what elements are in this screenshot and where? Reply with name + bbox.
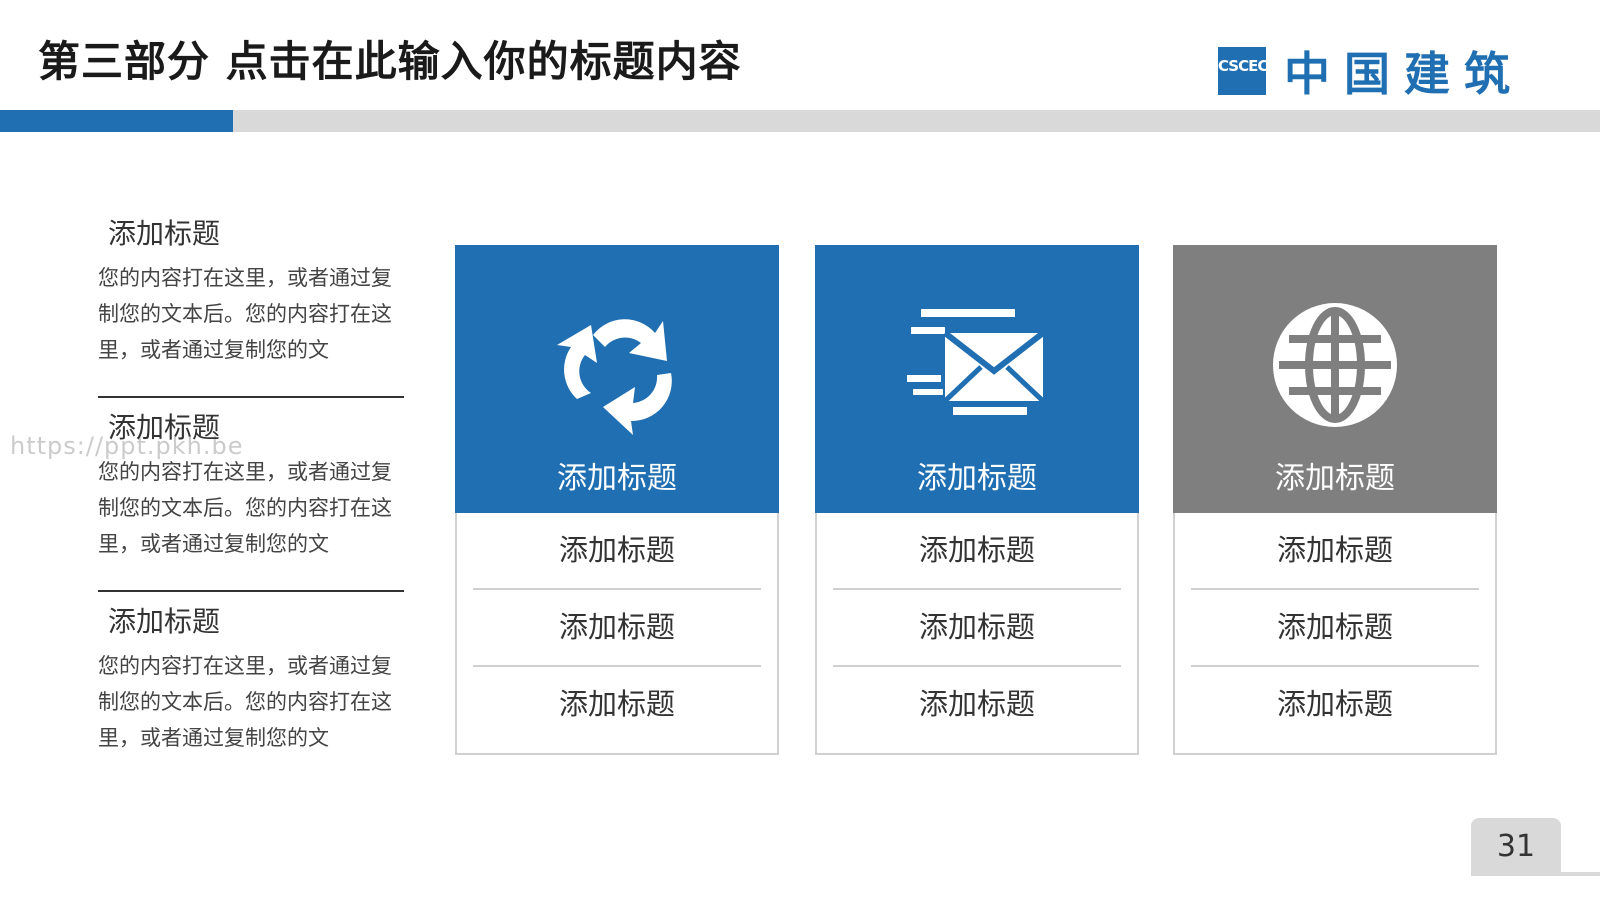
- card-list: 添加标题 添加标题 添加标题: [815, 513, 1139, 755]
- page-number-line: [1561, 872, 1600, 876]
- card-list-item: 添加标题: [1276, 687, 1393, 721]
- section-body: 您的内容打在这里，或者通过复制您的文本后。您的内容打在这里，或者通过复制您的文: [98, 654, 392, 750]
- section-title: 添加标题: [108, 411, 221, 444]
- left-text-column: 添加标题 您的内容打在这里，或者通过复制您的文本后。您的内容打在这里，或者通过复…: [98, 212, 404, 756]
- card-list-item: 添加标题: [918, 687, 1035, 721]
- card-list-item: 添加标题: [473, 513, 761, 590]
- card-list-item: 添加标题: [558, 687, 675, 721]
- section-title: 添加标题: [108, 605, 221, 638]
- card-list: 添加标题 添加标题 添加标题: [455, 513, 779, 755]
- feature-card-2: 添加标题 添加标题 添加标题 添加标题: [815, 245, 1139, 757]
- section-body: 您的内容打在这里，或者通过复制您的文本后。您的内容打在这里，或者通过复制您的文: [98, 460, 392, 556]
- feature-card-3: 添加标题 添加标题 添加标题 添加标题: [1173, 245, 1497, 757]
- text-section: 添加标题 您的内容打在这里，或者通过复制您的文本后。您的内容打在这里，或者通过复…: [98, 600, 404, 756]
- card-title: 添加标题: [1275, 461, 1395, 496]
- section-divider: [98, 396, 404, 398]
- logo-mark-icon: CSCEC: [1218, 47, 1268, 95]
- header-bar-accent: [0, 110, 233, 132]
- section-title: 添加标题: [108, 217, 221, 250]
- globe-icon: [1273, 303, 1397, 427]
- logo-name: 中国建筑: [1284, 47, 1524, 101]
- card-list-item: 添加标题: [833, 513, 1121, 590]
- feature-card-1: 添加标题 添加标题 添加标题 添加标题: [455, 245, 779, 757]
- card-header: 添加标题: [1173, 245, 1497, 513]
- card-header: 添加标题: [455, 245, 779, 513]
- page-number: 31: [1471, 818, 1561, 876]
- section-divider: [98, 590, 404, 592]
- recycle-icon: [557, 319, 672, 435]
- card-list-item: 添加标题: [833, 590, 1121, 667]
- card-title: 添加标题: [557, 461, 677, 496]
- card-list-item: 添加标题: [473, 590, 761, 667]
- card-list-item: 添加标题: [1191, 513, 1479, 590]
- card-list-item: 添加标题: [1191, 590, 1479, 667]
- company-logo: CSCEC 中国建筑: [1218, 38, 1524, 104]
- slide-title: 第三部分 点击在此输入你的标题内容: [38, 37, 742, 86]
- text-section: 添加标题 您的内容打在这里，或者通过复制您的文本后。您的内容打在这里，或者通过复…: [98, 406, 404, 592]
- card-list: 添加标题 添加标题 添加标题: [1173, 513, 1497, 755]
- text-section: 添加标题 您的内容打在这里，或者通过复制您的文本后。您的内容打在这里，或者通过复…: [98, 212, 404, 398]
- section-body: 您的内容打在这里，或者通过复制您的文本后。您的内容打在这里，或者通过复制您的文: [98, 266, 392, 362]
- card-title: 添加标题: [917, 461, 1037, 496]
- card-header: 添加标题: [815, 245, 1139, 513]
- header-bar: [0, 110, 1600, 132]
- logo-mark-text: CSCEC: [1218, 57, 1268, 75]
- mail-icon: [907, 309, 1045, 415]
